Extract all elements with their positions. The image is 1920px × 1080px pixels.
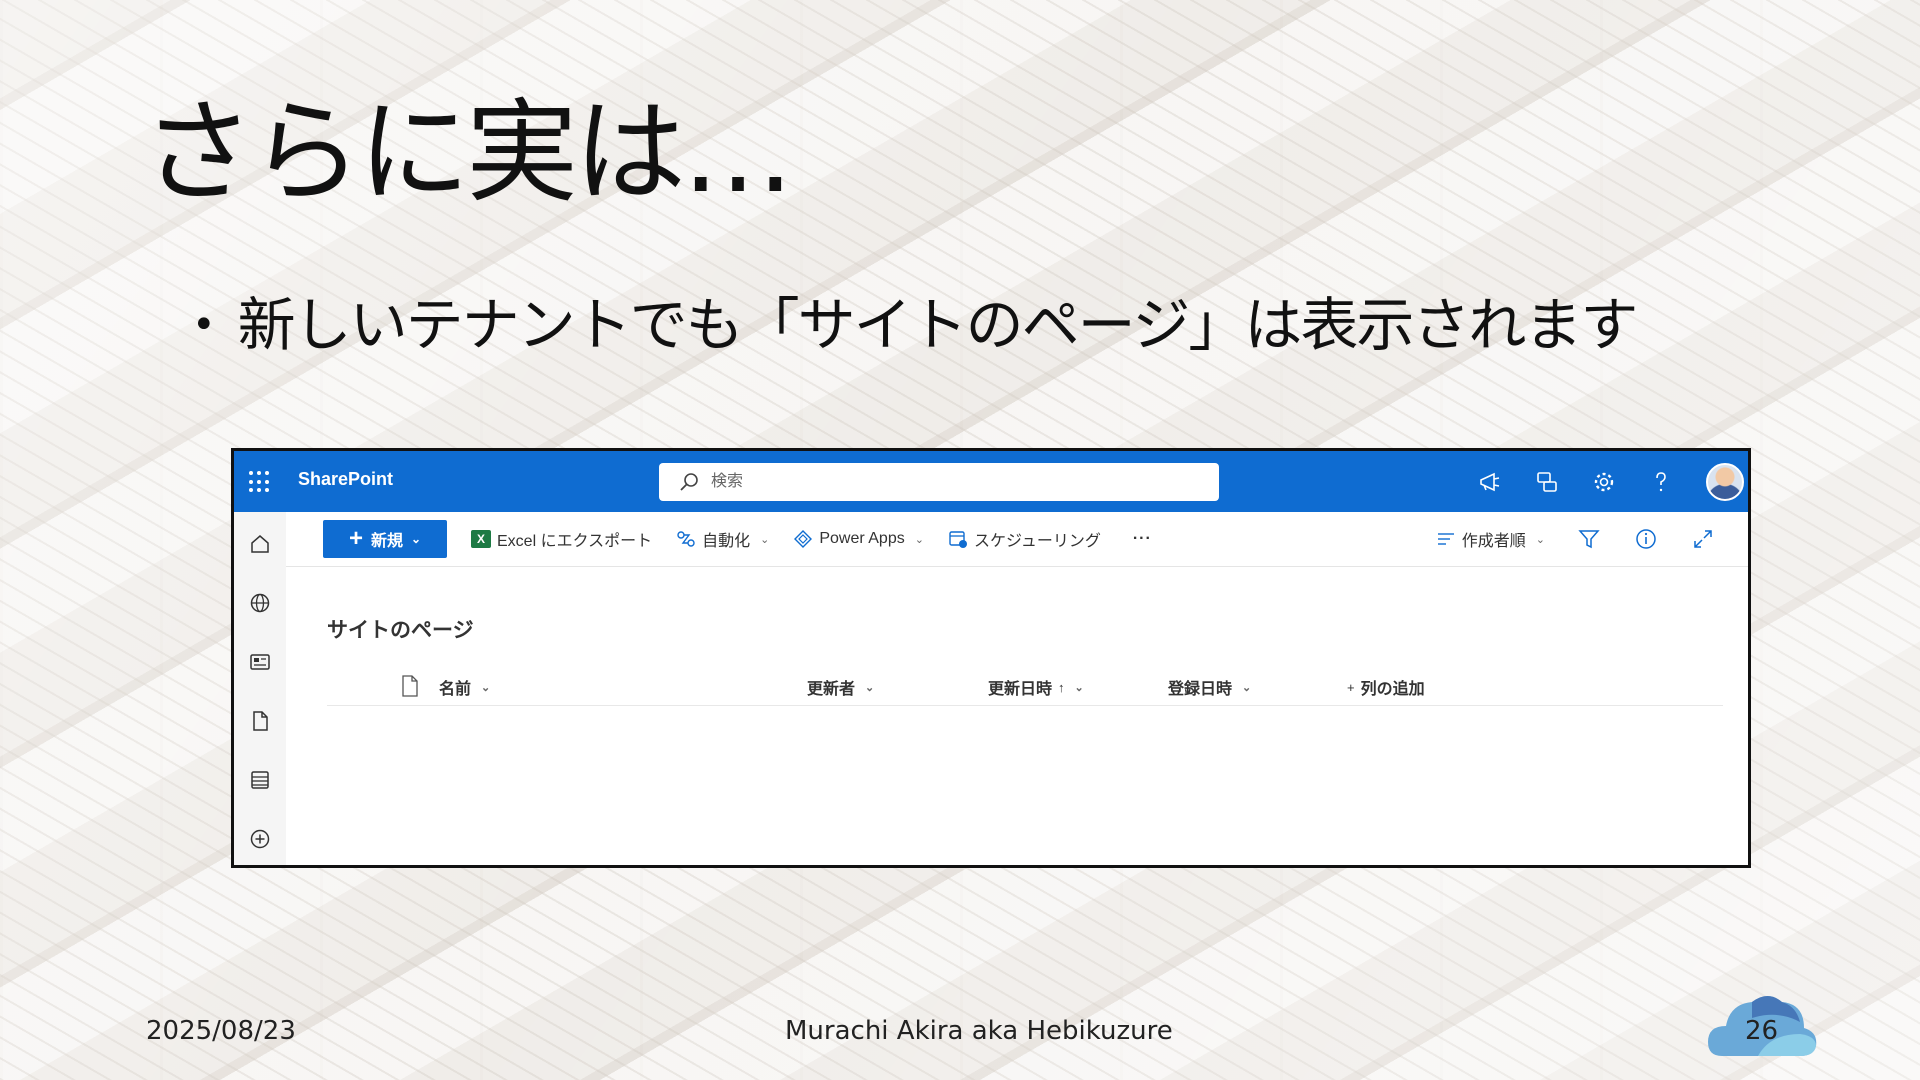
- sort-button[interactable]: 作成者順 ⌄: [1436, 527, 1545, 551]
- excel-icon: X: [471, 530, 491, 548]
- home-icon[interactable]: [248, 532, 272, 556]
- avatar[interactable]: [1706, 462, 1744, 501]
- chevron-down-icon: ⌄: [914, 533, 924, 546]
- add-column-button[interactable]: + 列の追加: [1347, 675, 1425, 699]
- new-button[interactable]: + 新規 ⌄: [323, 520, 447, 558]
- more-options-button[interactable]: ···: [1133, 530, 1152, 548]
- plus-icon: +: [348, 525, 363, 552]
- footer-date: 2025/08/23: [146, 1016, 296, 1046]
- chat-icon[interactable]: [1535, 470, 1559, 494]
- add-icon[interactable]: [248, 827, 272, 851]
- sharepoint-brand[interactable]: SharePoint: [298, 469, 393, 490]
- chevron-down-icon: ⌄: [865, 681, 875, 694]
- footer-author: Murachi Akira aka Hebikuzure: [785, 1016, 1173, 1046]
- search-box[interactable]: [659, 463, 1219, 501]
- sharepoint-screenshot: SharePoint + 新規 ⌄ X Excel にエクスポート: [231, 448, 1751, 868]
- sort-ascending-icon: ↑: [1058, 679, 1065, 695]
- filter-icon[interactable]: [1577, 527, 1601, 551]
- expand-icon[interactable]: [1691, 527, 1715, 551]
- header-icons: [1478, 451, 1748, 512]
- plus-icon: +: [1347, 679, 1355, 695]
- column-modified-by[interactable]: 更新者 ⌄: [807, 675, 874, 699]
- globe-icon[interactable]: [248, 591, 272, 615]
- calendar-icon: [949, 531, 967, 548]
- slide-title: さらに実は…: [142, 88, 794, 218]
- bullet-dot: •: [192, 302, 216, 348]
- automate-icon: [677, 531, 695, 547]
- power-apps-icon: [794, 530, 813, 548]
- command-bar: + 新規 ⌄ X Excel にエクスポート 自動化 ⌄ Power Apps …: [286, 512, 1748, 567]
- megaphone-icon[interactable]: [1478, 470, 1502, 494]
- bullet-item: • 新しいテナントでも「サイトのページ」は表示されます: [192, 291, 1639, 359]
- gear-icon[interactable]: [1592, 470, 1616, 494]
- suite-header: SharePoint: [234, 451, 1748, 512]
- help-icon[interactable]: [1649, 470, 1673, 494]
- chevron-down-icon: ⌄: [1242, 681, 1252, 694]
- sort-lines-icon: [1437, 533, 1454, 545]
- schedule-button[interactable]: スケジューリング: [948, 527, 1101, 551]
- page-number: 26: [1745, 1016, 1779, 1046]
- app-launcher-icon[interactable]: [249, 471, 271, 493]
- command-bar-right: 作成者順 ⌄: [1436, 527, 1748, 551]
- left-rail: [234, 512, 286, 865]
- automate-button[interactable]: 自動化 ⌄: [676, 527, 769, 551]
- list-title: サイトのページ: [327, 619, 474, 642]
- info-icon[interactable]: [1634, 527, 1658, 551]
- search-icon: [680, 473, 698, 491]
- chevron-down-icon: ⌄: [481, 681, 491, 694]
- file-type-icon[interactable]: [401, 675, 419, 697]
- news-icon[interactable]: [248, 650, 272, 674]
- bullet-text: 新しいテナントでも「サイトのページ」は表示されます: [237, 291, 1639, 359]
- search-input[interactable]: [709, 466, 1193, 498]
- file-icon[interactable]: [248, 709, 272, 733]
- power-apps-button[interactable]: Power Apps ⌄: [793, 529, 924, 549]
- chevron-down-icon: ⌄: [410, 532, 422, 546]
- column-name[interactable]: 名前 ⌄: [439, 675, 490, 699]
- column-header-row: 名前 ⌄ 更新者 ⌄ 更新日時 ↑ ⌄ 登録日時 ⌄ + 列の追加: [327, 669, 1723, 706]
- chevron-down-icon: ⌄: [1535, 533, 1545, 546]
- column-created[interactable]: 登録日時 ⌄: [1168, 675, 1251, 699]
- chevron-down-icon: ⌄: [1074, 681, 1084, 694]
- column-modified[interactable]: 更新日時 ↑ ⌄: [988, 675, 1084, 699]
- export-excel-button[interactable]: X Excel にエクスポート: [471, 527, 652, 551]
- chevron-down-icon: ⌄: [760, 533, 770, 546]
- list-icon[interactable]: [248, 768, 272, 792]
